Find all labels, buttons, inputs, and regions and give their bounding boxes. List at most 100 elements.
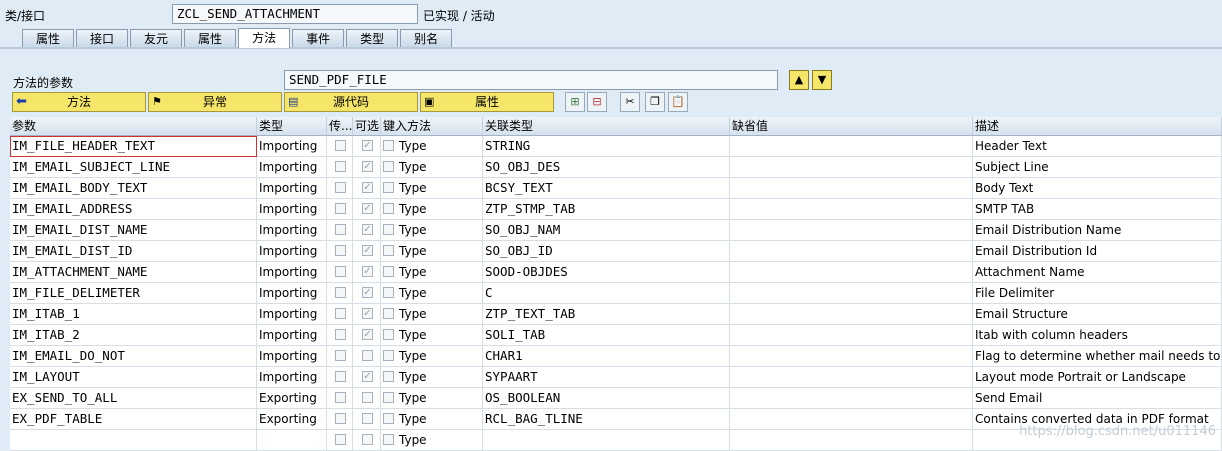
typing-checkbox[interactable] bbox=[383, 350, 394, 361]
checkbox[interactable]: ✓ bbox=[362, 266, 373, 277]
pass-by-value-checkbox[interactable] bbox=[327, 178, 353, 199]
default-value-cell[interactable] bbox=[730, 367, 973, 388]
typing-checkbox[interactable] bbox=[383, 182, 394, 193]
pass-by-value-checkbox[interactable] bbox=[327, 157, 353, 178]
exceptions-button[interactable]: ⚑ 异常 bbox=[148, 92, 282, 112]
typing-checkbox[interactable] bbox=[383, 371, 394, 382]
type-cell[interactable]: Importing bbox=[257, 241, 327, 262]
type-cell[interactable]: Importing bbox=[257, 220, 327, 241]
parameter-cell[interactable] bbox=[10, 430, 257, 451]
tab-properties[interactable]: 属性 bbox=[22, 29, 75, 47]
parameter-cell[interactable]: IM_EMAIL_BODY_TEXT bbox=[10, 178, 257, 199]
typing-checkbox[interactable] bbox=[383, 308, 394, 319]
type-cell[interactable]: Importing bbox=[257, 304, 327, 325]
associated-type-cell[interactable]: SO_OBJ_NAM bbox=[483, 220, 730, 241]
default-value-cell[interactable] bbox=[730, 136, 973, 157]
optional-checkbox[interactable]: ✓ bbox=[353, 262, 381, 283]
table-row[interactable]: IM_FILE_HEADER_TEXT Importing ✓ Type STRING H… bbox=[10, 136, 1222, 157]
checkbox[interactable] bbox=[335, 245, 346, 256]
table-row[interactable]: IM_EMAIL_SUBJECT_LINE Importing ✓ Type SO_OB… bbox=[10, 157, 1222, 178]
description-cell[interactable]: Email Structure bbox=[973, 304, 1222, 325]
typing-method-cell[interactable]: Type bbox=[381, 325, 483, 346]
checkbox[interactable]: ✓ bbox=[362, 308, 373, 319]
optional-checkbox[interactable] bbox=[353, 346, 381, 367]
checkbox[interactable] bbox=[362, 350, 373, 361]
description-cell[interactable]: Attachment Name bbox=[973, 262, 1222, 283]
table-row[interactable]: IM_FILE_DELIMETER Importing ✓ Type C File Del… bbox=[10, 283, 1222, 304]
parameter-cell[interactable]: IM_ATTACHMENT_NAME bbox=[10, 262, 257, 283]
tab-types[interactable]: 类型 bbox=[346, 29, 399, 47]
typing-method-cell[interactable]: Type bbox=[381, 430, 483, 451]
optional-checkbox[interactable]: ✓ bbox=[353, 241, 381, 262]
associated-type-cell[interactable]: RCL_BAG_TLINE bbox=[483, 409, 730, 430]
pass-by-value-checkbox[interactable] bbox=[327, 388, 353, 409]
description-cell[interactable]: Header Text bbox=[973, 136, 1222, 157]
checkbox[interactable] bbox=[335, 371, 346, 382]
parameter-cell[interactable]: IM_FILE_HEADER_TEXT bbox=[10, 136, 257, 157]
parameter-cell[interactable]: IM_EMAIL_DIST_NAME bbox=[10, 220, 257, 241]
optional-checkbox[interactable] bbox=[353, 388, 381, 409]
type-cell[interactable]: Importing bbox=[257, 199, 327, 220]
typing-method-cell[interactable]: Type bbox=[381, 199, 483, 220]
associated-type-cell[interactable]: STRING bbox=[483, 136, 730, 157]
checkbox[interactable] bbox=[335, 161, 346, 172]
column-header-pass-by-value[interactable]: 传... bbox=[327, 117, 353, 136]
typing-method-cell[interactable]: Type bbox=[381, 367, 483, 388]
associated-type-cell[interactable]: ZTP_STMP_TAB bbox=[483, 199, 730, 220]
default-value-cell[interactable] bbox=[730, 283, 973, 304]
typing-method-cell[interactable]: Type bbox=[381, 157, 483, 178]
pass-by-value-checkbox[interactable] bbox=[327, 409, 353, 430]
parameter-cell[interactable]: EX_PDF_TABLE bbox=[10, 409, 257, 430]
pass-by-value-checkbox[interactable] bbox=[327, 220, 353, 241]
checkbox[interactable] bbox=[335, 308, 346, 319]
pass-by-value-checkbox[interactable] bbox=[327, 430, 353, 451]
associated-type-cell[interactable]: OS_BOOLEAN bbox=[483, 388, 730, 409]
description-cell[interactable]: SMTP TAB bbox=[973, 199, 1222, 220]
typing-checkbox[interactable] bbox=[383, 140, 394, 151]
default-value-cell[interactable] bbox=[730, 388, 973, 409]
typing-checkbox[interactable] bbox=[383, 434, 394, 445]
pass-by-value-checkbox[interactable] bbox=[327, 136, 353, 157]
table-row[interactable]: IM_ITAB_1 Importing ✓ Type ZTP_TEXT_TAB Email… bbox=[10, 304, 1222, 325]
checkbox[interactable]: ✓ bbox=[362, 182, 373, 193]
type-cell[interactable]: Importing bbox=[257, 283, 327, 304]
associated-type-cell[interactable] bbox=[483, 430, 730, 451]
parameter-cell[interactable]: EX_SEND_TO_ALL bbox=[10, 388, 257, 409]
type-cell[interactable]: Importing bbox=[257, 346, 327, 367]
associated-type-cell[interactable]: SOOD-OBJDES bbox=[483, 262, 730, 283]
description-cell[interactable]: Email Distribution Name bbox=[973, 220, 1222, 241]
pass-by-value-checkbox[interactable] bbox=[327, 304, 353, 325]
associated-type-cell[interactable]: SO_OBJ_DES bbox=[483, 157, 730, 178]
source-code-button[interactable]: ▤ 源代码 bbox=[284, 92, 418, 112]
description-cell[interactable]: File Delimiter bbox=[973, 283, 1222, 304]
type-cell[interactable]: Exporting bbox=[257, 388, 327, 409]
description-cell[interactable]: Subject Line bbox=[973, 157, 1222, 178]
associated-type-cell[interactable]: SOLI_TAB bbox=[483, 325, 730, 346]
method-name-field[interactable]: SEND_PDF_FILE bbox=[284, 70, 778, 90]
type-cell[interactable] bbox=[257, 430, 327, 451]
description-cell[interactable]: Itab with column headers bbox=[973, 325, 1222, 346]
optional-checkbox[interactable] bbox=[353, 430, 381, 451]
default-value-cell[interactable] bbox=[730, 220, 973, 241]
column-header-optional[interactable]: 可选 bbox=[353, 117, 381, 136]
default-value-cell[interactable] bbox=[730, 241, 973, 262]
default-value-cell[interactable] bbox=[730, 199, 973, 220]
typing-method-cell[interactable]: Type bbox=[381, 220, 483, 241]
column-header-parameter[interactable]: 参数 bbox=[10, 117, 257, 136]
typing-checkbox[interactable] bbox=[383, 245, 394, 256]
typing-checkbox[interactable] bbox=[383, 203, 394, 214]
checkbox[interactable] bbox=[335, 329, 346, 340]
parameter-cell[interactable]: IM_EMAIL_DO_NOT bbox=[10, 346, 257, 367]
optional-checkbox[interactable] bbox=[353, 409, 381, 430]
column-header-default-value[interactable]: 缺省值 bbox=[730, 117, 973, 136]
cut-button[interactable]: ✂ bbox=[620, 92, 640, 112]
type-cell[interactable]: Importing bbox=[257, 178, 327, 199]
table-row[interactable]: IM_EMAIL_DO_NOT Importing Type CHAR1 Flag to… bbox=[10, 346, 1222, 367]
column-header-associated-type[interactable]: 关联类型 bbox=[483, 117, 730, 136]
type-cell[interactable]: Importing bbox=[257, 262, 327, 283]
column-header-description[interactable]: 描述 bbox=[973, 117, 1222, 136]
associated-type-cell[interactable]: SYPAART bbox=[483, 367, 730, 388]
associated-type-cell[interactable]: CHAR1 bbox=[483, 346, 730, 367]
table-row[interactable]: IM_EMAIL_ADDRESS Importing ✓ Type ZTP_STMP_T… bbox=[10, 199, 1222, 220]
table-row[interactable]: IM_ITAB_2 Importing ✓ Type SOLI_TAB Itab with… bbox=[10, 325, 1222, 346]
